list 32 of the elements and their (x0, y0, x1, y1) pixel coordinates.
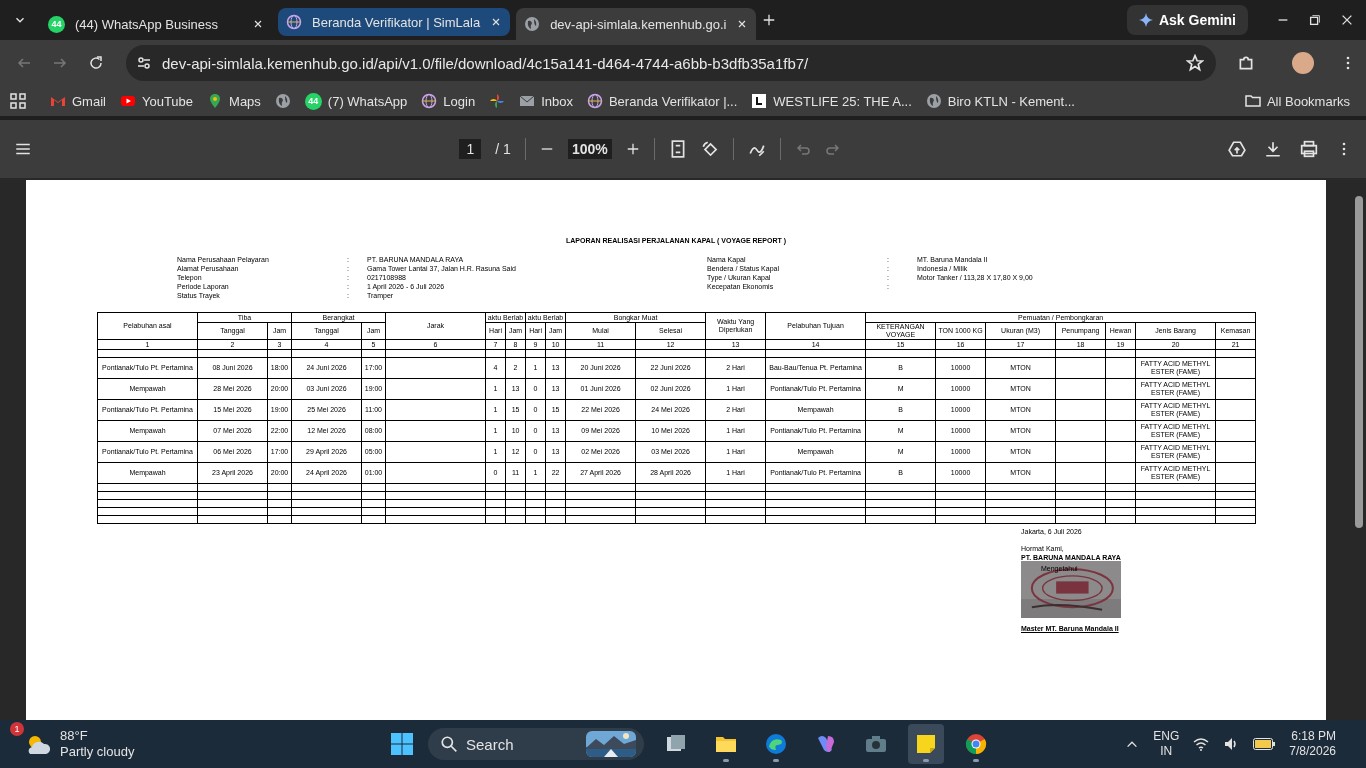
browser-tab[interactable]: 44 (44) WhatsApp Business (40, 8, 272, 40)
taskbar-search[interactable]: Search (428, 728, 644, 760)
bookmark[interactable]: Biro KTLN - Kement... (919, 88, 1081, 114)
weather-condition: Partly cloudy (60, 744, 135, 760)
all-bookmarks-button[interactable]: All Bookmarks (1238, 88, 1356, 114)
browser-tab[interactable]: dev-api-simlala.kemenhub.go.i (516, 8, 757, 40)
bookmark[interactable]: YouTube (113, 88, 200, 114)
language-indicator[interactable]: ENG (1153, 729, 1180, 744)
address-bar[interactable]: dev-api-simlala.kemenhub.go.id/api/v1.0/file/download/4c15a141-d464-4744-a6bb-b3dfb35a1fb7/ (126, 45, 1216, 81)
tab-title: Beranda Verifikator | SimLala (312, 14, 481, 30)
ask-gemini-button[interactable]: Ask Gemini (1126, 5, 1248, 35)
bookmark[interactable]: Maps (201, 88, 267, 114)
bookmark[interactable]: Inbox (513, 88, 579, 114)
browser-tab[interactable]: Beranda Verifikator | SimLala (278, 8, 511, 36)
bookmark[interactable]: Beranda Verifikator |... (580, 88, 744, 114)
clock-date[interactable]: 7/8/2026 (1289, 744, 1336, 759)
page-number-field[interactable]: 1 (459, 139, 482, 159)
bookmark[interactable]: 44 (7) WhatsApp (298, 88, 414, 114)
bookmark[interactable]: Gmail (44, 88, 112, 114)
page-total: / 1 (495, 141, 511, 157)
count-badge: 44 (304, 92, 322, 110)
tab-title: (44) WhatsApp Business (75, 16, 220, 32)
bookmark[interactable]: WESTLIFE 25: THE A... (745, 88, 918, 114)
zoom-field[interactable]: 100% (567, 139, 612, 159)
bookmark[interactable]: Login (415, 88, 482, 114)
region-indicator[interactable]: IN (1160, 744, 1173, 759)
notification-badge: 1 (10, 722, 24, 736)
tab-title: dev-api-simlala.kemenhub.go.i (550, 16, 727, 32)
url-text: dev-api-simlala.kemenhub.go.id/api/v1.0/file/download/4c15a141-d464-4744-a6bb-b3dfb35a1fb7/ (162, 54, 810, 72)
count-badge: 44 (48, 15, 65, 33)
clock-time[interactable]: 6:18 PM (1291, 729, 1336, 744)
temperature: 88°F (60, 728, 89, 744)
